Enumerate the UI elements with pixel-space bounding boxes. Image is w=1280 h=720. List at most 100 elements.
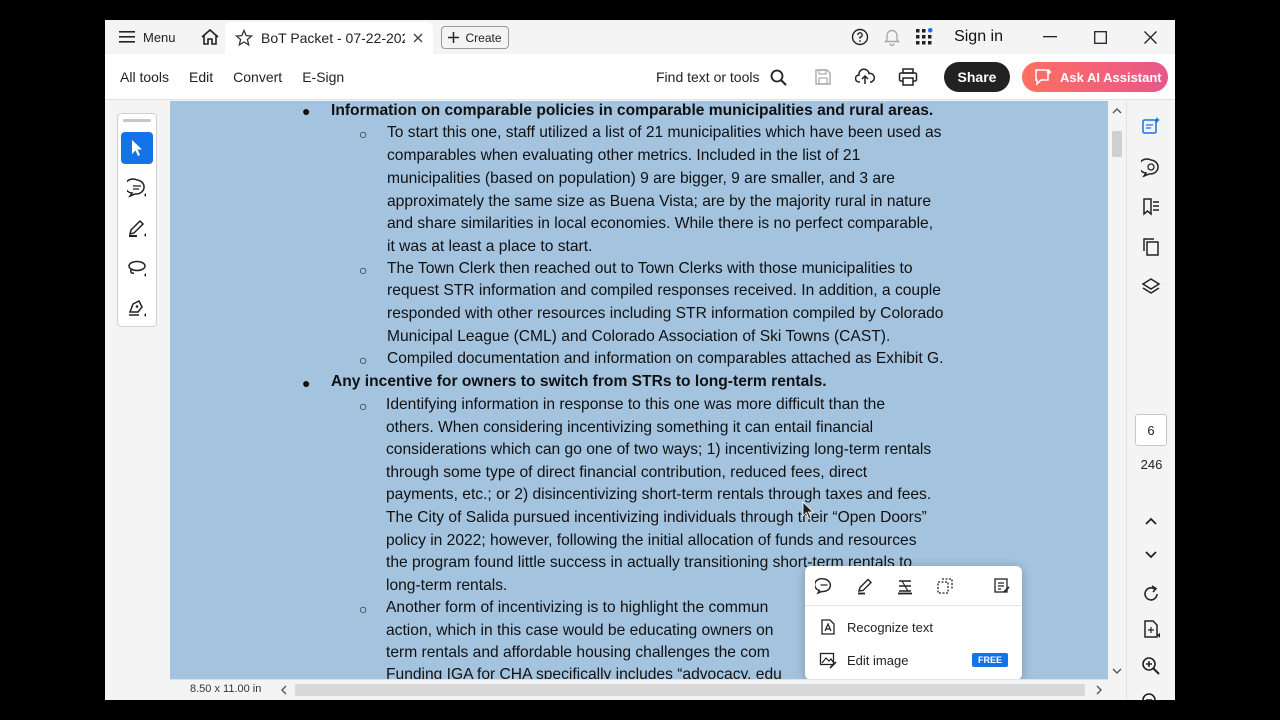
bullet-hollow: ○ xyxy=(359,352,368,368)
layers-icon xyxy=(1141,278,1161,294)
recognize-text-label: Recognize text xyxy=(847,619,933,635)
text-line: term rentals and affordable housing chal… xyxy=(386,644,770,661)
zoom-in-button[interactable] xyxy=(1136,651,1166,681)
bookmarks-panel-button[interactable] xyxy=(1136,192,1166,222)
minimize-icon xyxy=(1043,36,1057,38)
text-line: The City of Salida pursued incentivizing… xyxy=(386,509,927,526)
bullet-hollow: ○ xyxy=(359,601,368,617)
zoom-in-icon xyxy=(1142,657,1160,675)
menu-button[interactable]: Menu xyxy=(105,20,190,54)
page-fit-button[interactable] xyxy=(1136,614,1166,644)
vertical-scroll-thumb[interactable] xyxy=(1112,131,1122,157)
current-page-input[interactable]: 6 xyxy=(1135,414,1167,446)
edit-image-icon xyxy=(819,652,837,669)
star-icon[interactable] xyxy=(235,29,253,47)
document-tab[interactable]: BoT Packet - 07-22-2025... xyxy=(225,22,433,54)
chevron-down-icon xyxy=(1145,551,1157,559)
lasso-icon xyxy=(128,260,146,277)
popup-copy-button[interactable] xyxy=(933,574,957,598)
text-line: others. When considering incentivizing s… xyxy=(386,419,874,436)
zoom-out-button[interactable] xyxy=(1136,687,1166,700)
ai-assistant-icon xyxy=(1035,69,1052,86)
title-bar: Menu BoT Packet - 07-22-2025... Create xyxy=(105,20,1175,54)
text-line: considerations which can go one of two w… xyxy=(386,441,932,458)
horizontal-scroll-thumb[interactable] xyxy=(295,684,1085,696)
all-tools-menu[interactable]: All tools xyxy=(120,69,169,85)
edit-image-option[interactable]: Edit image FREE xyxy=(819,646,1014,674)
pages-icon xyxy=(1143,238,1159,256)
horizontal-scrollbar[interactable]: 8.50 x 11.00 in xyxy=(170,679,1108,700)
plus-icon xyxy=(448,32,460,43)
layers-panel-button[interactable] xyxy=(1136,272,1166,302)
highlighter-icon xyxy=(858,578,872,595)
create-button[interactable]: Create xyxy=(441,26,509,49)
bullet-filled: ● xyxy=(302,375,311,391)
save-button[interactable] xyxy=(808,54,838,100)
minimize-button[interactable] xyxy=(1025,20,1075,54)
help-button[interactable] xyxy=(844,20,876,54)
popup-more-button[interactable] xyxy=(990,574,1014,598)
sign-in-link[interactable]: Sign in xyxy=(954,28,1003,46)
popup-strikethrough-button[interactable] xyxy=(893,574,917,598)
right-side-rail: 6 246 xyxy=(1126,101,1175,700)
popup-comment-button[interactable] xyxy=(812,574,836,598)
comments-panel-button[interactable] xyxy=(1136,153,1166,183)
comment-icon xyxy=(815,577,832,595)
bookmark-icon xyxy=(1143,198,1159,216)
upload-button[interactable] xyxy=(850,54,880,100)
pages-panel-button[interactable] xyxy=(1136,232,1166,262)
text-line: The Town Clerk then reached out to Town … xyxy=(387,260,913,277)
convert-menu[interactable]: Convert xyxy=(233,69,282,85)
select-tool-button[interactable] xyxy=(121,132,153,164)
print-button[interactable] xyxy=(893,54,923,100)
close-tab-icon[interactable] xyxy=(413,33,423,43)
recognize-text-option[interactable]: Recognize text xyxy=(819,613,1014,641)
help-icon xyxy=(851,28,869,46)
text-line: Information on comparable policies in co… xyxy=(331,102,934,119)
share-button[interactable]: Share xyxy=(944,62,1010,92)
previous-page-button[interactable] xyxy=(1136,506,1166,536)
text-line: policy in 2022; however, following the i… xyxy=(386,532,917,549)
pen-icon xyxy=(128,219,146,237)
text-line: Funding IGA for CHA specifically include… xyxy=(386,666,782,679)
esign-menu[interactable]: E-Sign xyxy=(302,69,344,85)
cloud-upload-icon xyxy=(855,68,875,84)
tab-title: BoT Packet - 07-22-2025... xyxy=(261,30,405,46)
notifications-button[interactable] xyxy=(876,20,908,54)
home-button[interactable] xyxy=(190,20,230,54)
sign-tool-button[interactable] xyxy=(121,292,153,324)
maximize-button[interactable] xyxy=(1075,20,1125,54)
comment-tool-button[interactable] xyxy=(121,172,153,204)
cursor-arrow-icon xyxy=(132,140,142,156)
maximize-icon xyxy=(1093,30,1107,44)
panel-grip[interactable] xyxy=(123,119,151,122)
close-window-button[interactable] xyxy=(1125,20,1175,54)
mouse-pointer-icon xyxy=(802,501,814,520)
edit-image-label: Edit image xyxy=(847,652,909,668)
edit-menu[interactable]: Edit xyxy=(189,69,213,85)
search-icon xyxy=(770,69,787,86)
acrobat-window: Menu BoT Packet - 07-22-2025... Create xyxy=(105,20,1175,700)
rotate-button[interactable] xyxy=(1136,579,1166,609)
document-viewport[interactable]: ● Information on comparable policies in … xyxy=(170,101,1108,679)
scroll-down-icon[interactable] xyxy=(1112,667,1122,675)
ai-overview-button[interactable] xyxy=(1136,111,1166,141)
zoom-out-icon xyxy=(1142,693,1156,700)
scroll-up-icon[interactable] xyxy=(1112,107,1122,115)
scroll-left-icon[interactable] xyxy=(280,685,288,695)
ai-assistant-button[interactable]: Ask AI Assistant xyxy=(1022,62,1168,92)
apps-grid-icon xyxy=(916,28,933,45)
popup-highlight-button[interactable] xyxy=(853,574,877,598)
find-text-button[interactable]: Find text or tools xyxy=(656,54,787,100)
text-line: Identifying information in response to t… xyxy=(386,396,885,413)
text-line: payments, etc.; or 2) disincentivizing s… xyxy=(386,486,932,503)
comment-icon xyxy=(127,178,146,198)
highlight-tool-button[interactable] xyxy=(121,212,153,244)
apps-button[interactable] xyxy=(908,20,940,54)
draw-tool-button[interactable] xyxy=(121,252,153,284)
next-page-button[interactable] xyxy=(1136,540,1166,570)
scroll-right-icon[interactable] xyxy=(1095,685,1103,695)
home-icon xyxy=(201,28,219,45)
rotate-icon xyxy=(1144,585,1158,601)
vertical-scrollbar[interactable] xyxy=(1108,101,1126,679)
